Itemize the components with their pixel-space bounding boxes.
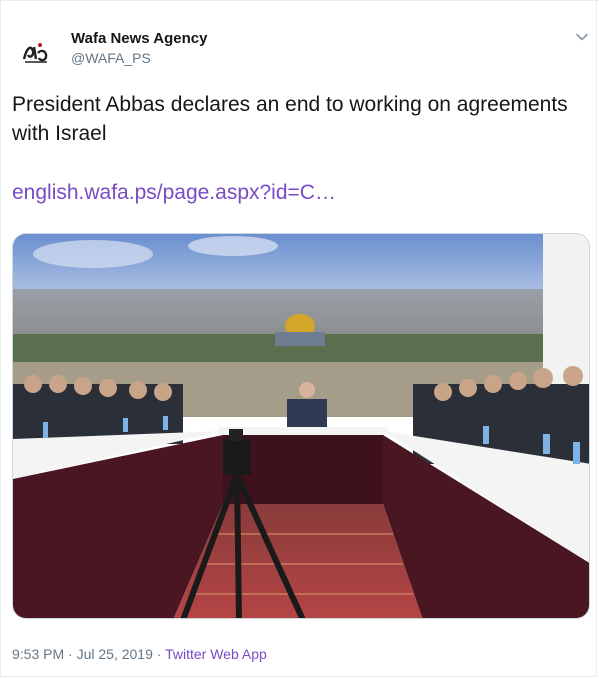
tweet-card: Wafa News Agency @WAFA_PS President Abba… (0, 0, 597, 677)
tweet-source[interactable]: Twitter Web App (165, 646, 267, 662)
wafa-logo-icon (22, 43, 48, 63)
meta-separator: · (152, 646, 166, 662)
author-name[interactable]: Wafa News Agency (71, 30, 207, 47)
tweet-date[interactable]: Jul 25, 2019 (77, 646, 153, 662)
avatar[interactable] (13, 29, 59, 75)
chevron-down-icon[interactable] (573, 28, 591, 46)
meta-separator: · (64, 646, 77, 662)
tweet-text: President Abbas declares an end to worki… (12, 93, 568, 145)
author-handle[interactable]: @WAFA_PS (71, 50, 151, 66)
photo-image (13, 234, 589, 618)
tweet-meta: 9:53 PM · Jul 25, 2019 · Twitter Web App (12, 646, 267, 662)
tweet-time[interactable]: 9:53 PM (12, 646, 64, 662)
tweet-link[interactable]: english.wafa.ps/page.aspx?id=C… (12, 181, 336, 205)
tweet-photo[interactable] (12, 233, 590, 619)
